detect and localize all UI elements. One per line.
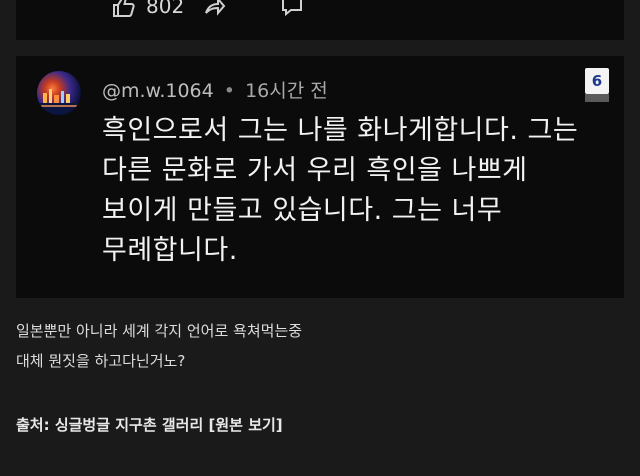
share-icon[interactable] (202, 0, 226, 17)
header-separator: • (223, 80, 236, 102)
comment-card: @m.w.1064 • 16시간 전 6 흑인으로서 그는 나를 화나게합니다.… (16, 56, 624, 298)
comment-line: 흑인으로서 그는 나를 화나게합니다. 그는 (102, 115, 579, 146)
like-count: 802 (146, 0, 185, 18)
comment-line: 보이게 만들고 있습니다. 그는 너무 (102, 195, 503, 226)
view-original-link[interactable]: [원본 보기] (209, 416, 283, 434)
post-caption: 일본뿐만 아니라 세계 각지 언어로 욕쳐먹는중 대체 뭔짓을 하고다닌거노? (16, 316, 302, 376)
like-button[interactable]: 802 (112, 0, 184, 18)
badge-shadow (585, 94, 609, 102)
source-line: 출처: 싱글벙글 지구촌 갤러리 [원본 보기] (16, 414, 283, 435)
caption-line: 대체 뭔짓을 하고다닌거노? (16, 352, 186, 370)
reply-icon[interactable] (280, 0, 304, 17)
comment-badge: 6 (585, 68, 609, 94)
avatar[interactable] (37, 71, 81, 115)
thumbs-up-icon (112, 0, 136, 17)
page: 802 @m.w.1064 • 16시간 전 6 흑인으로서 그는 나를 화나게… (0, 0, 640, 476)
comment-header: @m.w.1064 • 16시간 전 (102, 76, 328, 103)
source-label: 출처: 싱글벙글 지구촌 갤러리 (16, 416, 204, 434)
comment-action-bar: 802 (112, 0, 304, 18)
comment-username[interactable]: @m.w.1064 (102, 80, 214, 102)
caption-line: 일본뿐만 아니라 세계 각지 언어로 욕쳐먹는중 (16, 322, 303, 340)
comment-line: 무례합니다. (102, 235, 238, 266)
comment-timestamp: 16시간 전 (245, 80, 328, 102)
comment-text: 흑인으로서 그는 나를 화나게합니다. 그는 다른 문화로 가서 우리 흑인을 … (102, 111, 602, 271)
comment-line: 다른 문화로 가서 우리 흑인을 나쁘게 (102, 155, 528, 186)
previous-comment-card: 802 (16, 0, 624, 40)
